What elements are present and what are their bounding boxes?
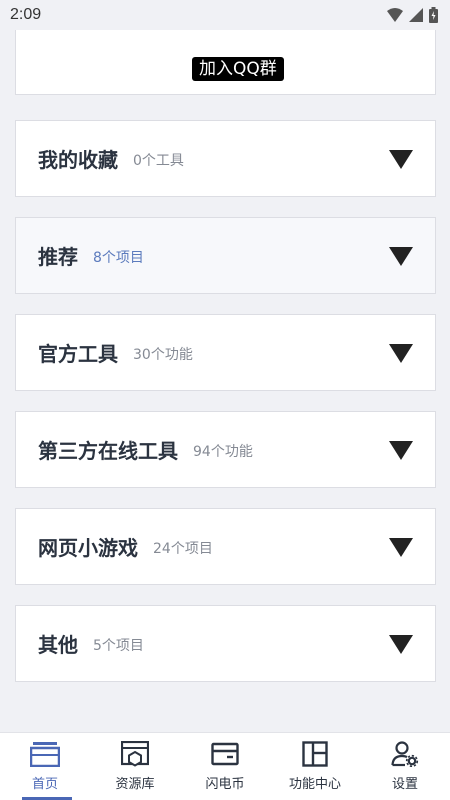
resource-icon: [121, 741, 149, 767]
nav-label: 功能中心: [288, 777, 341, 792]
section-other[interactable]: 其他 5个项目: [15, 605, 436, 682]
nav-function-center[interactable]: 功能中心: [270, 733, 360, 800]
section-title: 其他: [38, 633, 78, 657]
expand-arrow-icon[interactable]: [389, 247, 413, 266]
section-web-games[interactable]: 网页小游戏 24个项目: [15, 508, 436, 585]
expand-arrow-icon[interactable]: [389, 441, 413, 460]
home-icon: [30, 742, 60, 767]
section-count: 24个项目: [153, 541, 213, 557]
section-count: 5个项目: [93, 638, 144, 654]
section-title: 官方工具: [38, 342, 118, 366]
nav-label: 首页: [31, 777, 58, 792]
nav-label: 资源库: [115, 777, 155, 792]
bottom-navigation: 首页 资源库 闪电币 功能中心 设置: [0, 732, 450, 800]
status-bar: 2:09: [0, 0, 450, 30]
nav-label: 闪电币: [205, 777, 245, 792]
section-count: 30个功能: [133, 347, 193, 363]
battery-icon: [429, 7, 438, 23]
nav-coins[interactable]: 闪电币: [180, 733, 270, 800]
nav-home[interactable]: 首页: [0, 733, 90, 800]
expand-arrow-icon[interactable]: [389, 344, 413, 363]
nav-settings[interactable]: 设置: [360, 733, 450, 800]
status-icons: [387, 7, 438, 23]
wifi-icon: [387, 8, 403, 22]
nav-label: 设置: [391, 777, 418, 792]
join-qq-group-badge[interactable]: 加入QQ群: [192, 57, 284, 81]
expand-arrow-icon[interactable]: [389, 635, 413, 654]
section-count: 0个工具: [133, 153, 184, 169]
section-title: 第三方在线工具: [38, 439, 178, 463]
section-recommended[interactable]: 推荐 8个项目: [15, 217, 436, 294]
section-title: 我的收藏: [38, 148, 118, 172]
nav-resources[interactable]: 资源库: [90, 733, 180, 800]
section-third-party-tools[interactable]: 第三方在线工具 94个功能: [15, 411, 436, 488]
status-time: 2:09: [10, 6, 42, 23]
grid-icon: [302, 741, 328, 767]
expand-arrow-icon[interactable]: [389, 150, 413, 169]
wallet-icon: [211, 742, 239, 766]
section-count: 8个项目: [93, 250, 144, 266]
user-settings-icon: [391, 741, 419, 767]
section-title: 推荐: [38, 245, 78, 269]
section-official-tools[interactable]: 官方工具 30个功能: [15, 314, 436, 391]
section-count: 94个功能: [193, 444, 253, 460]
qq-group-card[interactable]: 加入QQ群: [15, 30, 436, 95]
section-favorites[interactable]: 我的收藏 0个工具: [15, 120, 436, 197]
cell-signal-icon: [409, 8, 423, 22]
section-title: 网页小游戏: [38, 536, 138, 560]
expand-arrow-icon[interactable]: [389, 538, 413, 557]
